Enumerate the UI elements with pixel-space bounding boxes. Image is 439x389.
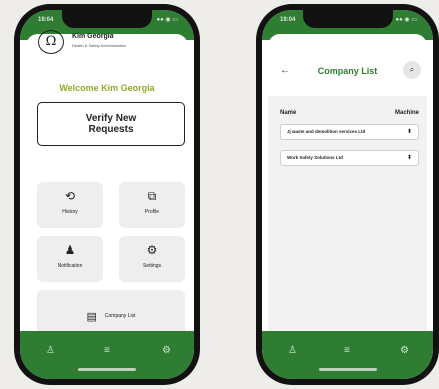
profile-role: Health & Safety Administration <box>72 43 127 48</box>
menu-icon[interactable]: ≡ <box>344 345 350 356</box>
verify-new-requests-button[interactable]: Verify New Requests <box>37 102 185 146</box>
company-name: Jj waste and demolition services Ltd <box>287 129 366 134</box>
profile-tile[interactable]: ⧉ Profile <box>119 182 185 228</box>
search-icon[interactable]: ⌕ <box>403 61 421 79</box>
settings-tile[interactable]: ⚙ Settings <box>119 236 185 282</box>
right-phone: 19:04 ●● ◉ ▭ ← Company List ⌕ Name Machi… <box>256 4 439 385</box>
column-header-name: Name <box>280 110 297 116</box>
company-list-label: Company List <box>104 313 136 319</box>
company-list-screen: 19:04 ●● ◉ ▭ ← Company List ⌕ Name Machi… <box>262 10 433 379</box>
home-indicator <box>318 368 377 371</box>
list-icon: ▤ <box>86 310 97 323</box>
notification-tile[interactable]: ♟ Notification <box>37 236 103 282</box>
person-icon[interactable]: ♙ <box>288 345 297 356</box>
profile-label: Profile <box>144 209 160 215</box>
history-label: History <box>62 209 78 215</box>
person-icon[interactable]: ♙ <box>46 345 55 356</box>
company-row[interactable]: Jj waste and demolition services Ltd ⬍ <box>280 124 419 140</box>
settings-nav-icon[interactable]: ⚙ <box>400 345 409 356</box>
column-header-machine: Machine <box>394 110 419 116</box>
bottom-nav: ♙ ≡ ⚙ <box>20 331 194 379</box>
left-phone: 19:04 ●● ◉ ▭ Ω Kim Georgia Health & Safe… <box>14 4 200 385</box>
history-icon: ⟲ <box>64 189 76 203</box>
profile-header: Ω Kim Georgia Health & Safety Administra… <box>38 30 178 54</box>
welcome-text: Welcome Kim Georgia <box>59 83 155 93</box>
home-indicator <box>78 368 136 371</box>
status-icons: ●● ◉ ▭ <box>156 17 179 23</box>
dashboard-screen: 19:04 ●● ◉ ▭ Ω Kim Georgia Health & Safe… <box>20 10 194 379</box>
menu-icon[interactable]: ≡ <box>104 345 110 356</box>
status-time: 19:04 <box>280 17 296 23</box>
notch <box>62 10 152 28</box>
notification-icon: ♟ <box>64 243 76 257</box>
profile-icon: ⧉ <box>147 189 157 203</box>
chevron-down-icon[interactable]: ⬍ <box>407 154 412 161</box>
notification-label: Notification <box>57 263 83 269</box>
profile-name: Kim Georgia <box>72 33 114 40</box>
status-time: 19:04 <box>38 17 54 23</box>
company-name: Work Safety Solutions Ltd <box>287 155 343 160</box>
status-icons: ●● ◉ ▭ <box>395 17 418 23</box>
bottom-nav: ♙ ≡ ⚙ <box>262 331 433 379</box>
verify-button-label: Verify New Requests <box>85 113 137 135</box>
history-tile[interactable]: ⟲ History <box>37 182 103 228</box>
company-row[interactable]: Work Safety Solutions Ltd ⬍ <box>280 150 419 166</box>
settings-nav-icon[interactable]: ⚙ <box>162 345 171 356</box>
chevron-down-icon[interactable]: ⬍ <box>407 128 412 135</box>
settings-label: Settings <box>142 263 162 269</box>
company-logo: Ω <box>38 30 64 54</box>
app-header: ← Company List ⌕ <box>262 52 433 94</box>
notch <box>302 10 393 28</box>
settings-icon: ⚙ <box>146 243 158 257</box>
